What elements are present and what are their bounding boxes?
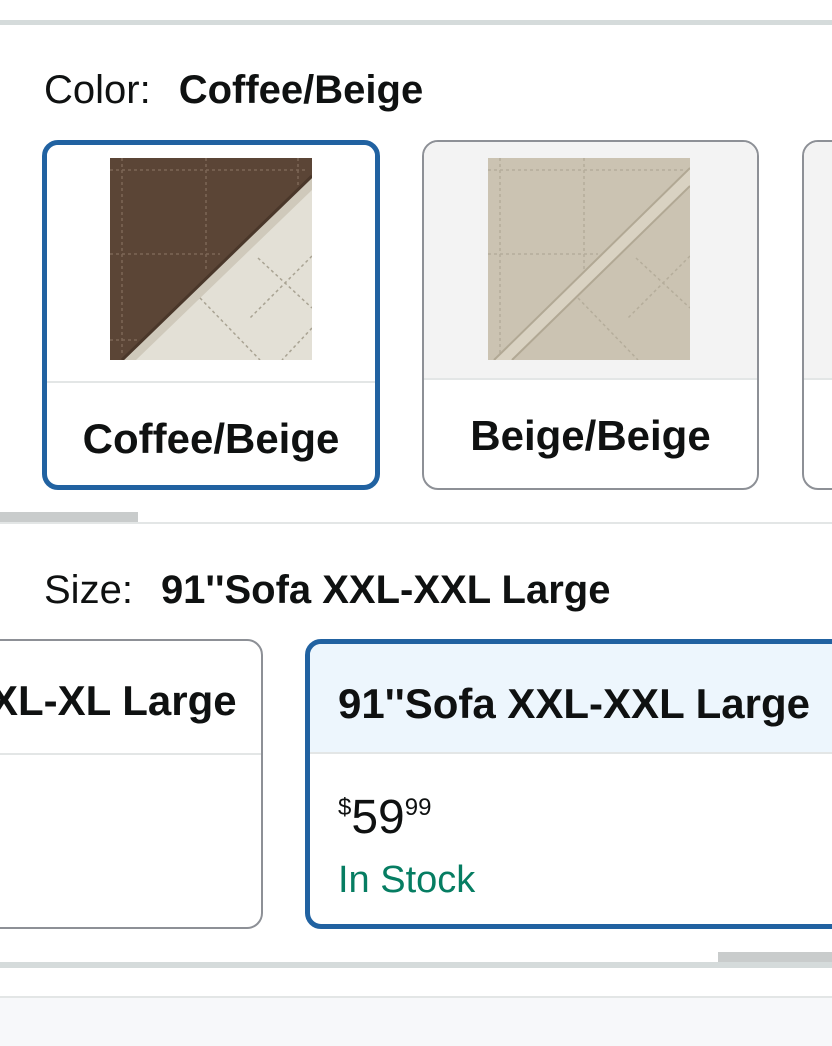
size-option-label: XL-XL Large	[0, 677, 237, 724]
size-option-header: XL-XL Large	[0, 641, 261, 755]
color-selected-value: Coffee/Beige	[178, 68, 424, 112]
color-label-row: Color: Coffee/Beige	[44, 70, 423, 110]
color-carousel-scrollbar[interactable]	[0, 512, 138, 522]
top-divider	[0, 20, 832, 25]
size-selected-value: 91''Sofa XXL-XXL Large	[160, 568, 611, 612]
size-label: Size:	[44, 568, 133, 612]
swatch-image-area	[804, 142, 832, 380]
coffee-beige-swatch-image	[110, 158, 312, 360]
price: $5999	[338, 794, 431, 842]
availability-status: In Stock	[338, 859, 476, 901]
color-option-label: Beige/Beige	[470, 412, 711, 459]
color-option-partial[interactable]	[802, 140, 832, 490]
color-option-label: Coffee/Beige	[82, 415, 340, 462]
size-option-91-sofa-xxl[interactable]: 91''Sofa XXL-XXL Large $5999 In Stock	[305, 639, 832, 929]
swatch-image-area	[47, 145, 375, 383]
size-option-label: 91''Sofa XXL-XXL Large	[338, 680, 811, 727]
price-currency-symbol: $	[338, 794, 352, 821]
bottom-divider	[0, 962, 832, 968]
beige-beige-swatch-image	[488, 158, 690, 360]
size-option-header: 91''Sofa XXL-XXL Large	[310, 644, 832, 754]
price-whole: 59	[351, 791, 405, 844]
color-label: Color:	[44, 68, 151, 112]
variation-selector: Color: Coffee/Beige Coffee/Beige Beige/B…	[0, 0, 832, 1046]
size-label-row: Size: 91''Sofa XXL-XXL Large	[44, 570, 610, 610]
swatch-image-area	[424, 142, 757, 380]
section-divider	[0, 522, 832, 524]
size-option-xl[interactable]: XL-XL Large	[0, 639, 263, 929]
color-option-coffee-beige[interactable]: Coffee/Beige	[42, 140, 380, 490]
color-option-beige-beige[interactable]: Beige/Beige	[422, 140, 759, 490]
size-carousel-scrollbar[interactable]	[718, 952, 832, 962]
price-fraction: 99	[404, 794, 432, 821]
next-section-panel	[0, 996, 832, 1046]
